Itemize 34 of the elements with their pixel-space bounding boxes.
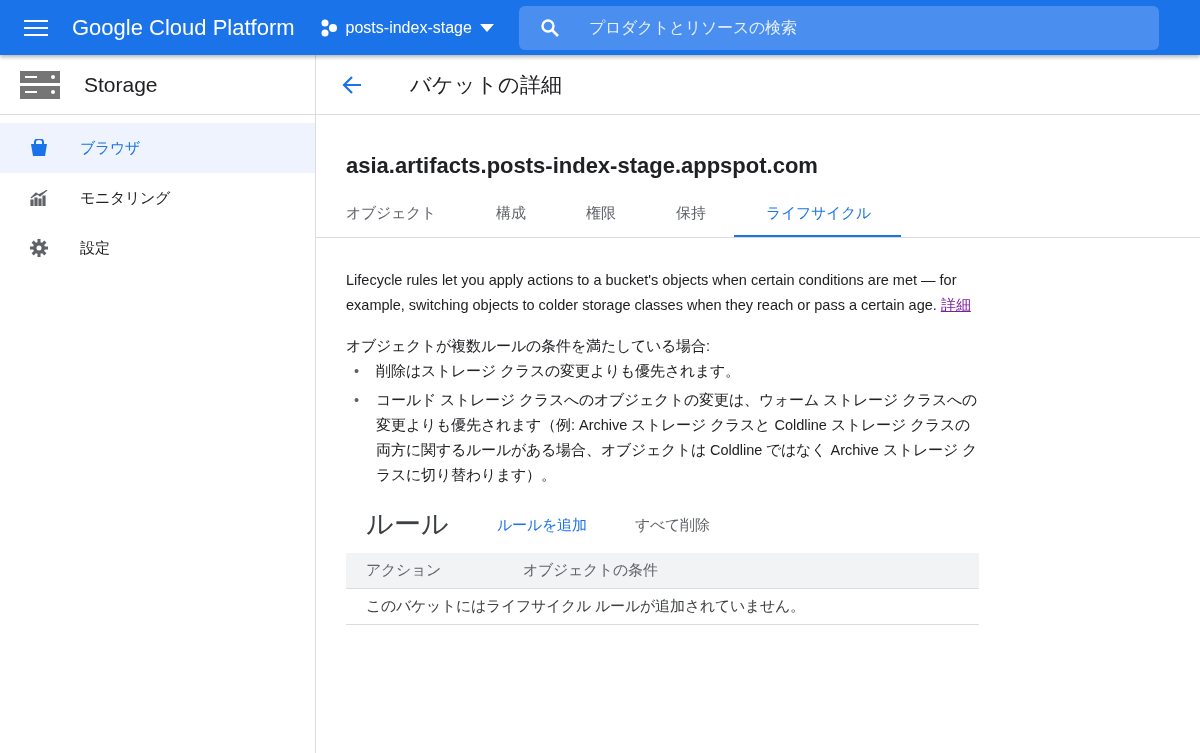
bullet-mark: • — [353, 390, 361, 410]
storage-icon — [20, 70, 60, 99]
bullet-mark: • — [353, 361, 361, 381]
column-header: アクション — [366, 560, 442, 580]
search-field[interactable]: プロダクトとリソースの検索 — [518, 5, 1159, 50]
rules-heading: ルール — [365, 511, 449, 537]
bullet-item: コールド ストレージ クラスへのオブジェクトの変更は、ウォーム ストレージ クラスへの変更よりも優先されます（例: Archive ストレージ クラスと Coldline ストレージ クラスの両方に関するルールがある場合、オブジェクトは Coldline ではなく Archive ストレージ クラスに切り替わります）。 — [376, 390, 979, 485]
project-icon — [319, 18, 338, 37]
caret-icon — [479, 23, 494, 32]
chart-icon — [30, 190, 48, 206]
sidebar-item[interactable]: 設定 — [0, 223, 315, 273]
empty-message: このバケットにはライフサイクル ルールが追加されていません。 — [346, 588, 979, 625]
sidebar-item[interactable]: モニタリング — [0, 173, 315, 223]
sidebar-item[interactable]: ブラウザ — [0, 123, 315, 173]
tab[interactable]: 保持 — [676, 194, 706, 237]
rule-action-link[interactable]: ルールを追加 — [497, 511, 587, 537]
product-name[interactable]: Google Cloud Platform — [72, 11, 295, 44]
settings-icon — [30, 239, 48, 257]
precedence-lead: オブジェクトが複数ルールの条件を満たしている場合: — [346, 336, 712, 356]
back-arrow-icon[interactable] — [342, 75, 362, 94]
tab[interactable]: ライフサイクル — [734, 194, 901, 237]
bucket-icon — [30, 139, 48, 157]
sidebar-title: Storage — [84, 71, 158, 98]
tab[interactable]: オブジェクト — [346, 194, 436, 237]
bucket-name: asia.artifacts.posts-index-stage.appspot.com — [346, 152, 819, 180]
project-selector[interactable]: posts-index-stage — [318, 14, 495, 41]
page-title: バケットの詳細 — [410, 71, 562, 98]
tab[interactable]: 構成 — [496, 194, 526, 237]
column-header: オブジェクトの条件 — [523, 560, 658, 580]
details-link[interactable]: 詳細 — [940, 296, 971, 313]
tab[interactable]: 権限 — [586, 194, 616, 237]
intro-paragraph: Lifecycle rules let you apply actions to a bucket's objects when certain conditions are met — for example, switching objects to colder storage classes when they reach or pass a certain age. 詳細 — [346, 270, 972, 315]
bullet-item: 削除はストレージ クラスの変更よりも優先されます。 — [376, 361, 741, 381]
menu-icon[interactable] — [24, 18, 48, 37]
